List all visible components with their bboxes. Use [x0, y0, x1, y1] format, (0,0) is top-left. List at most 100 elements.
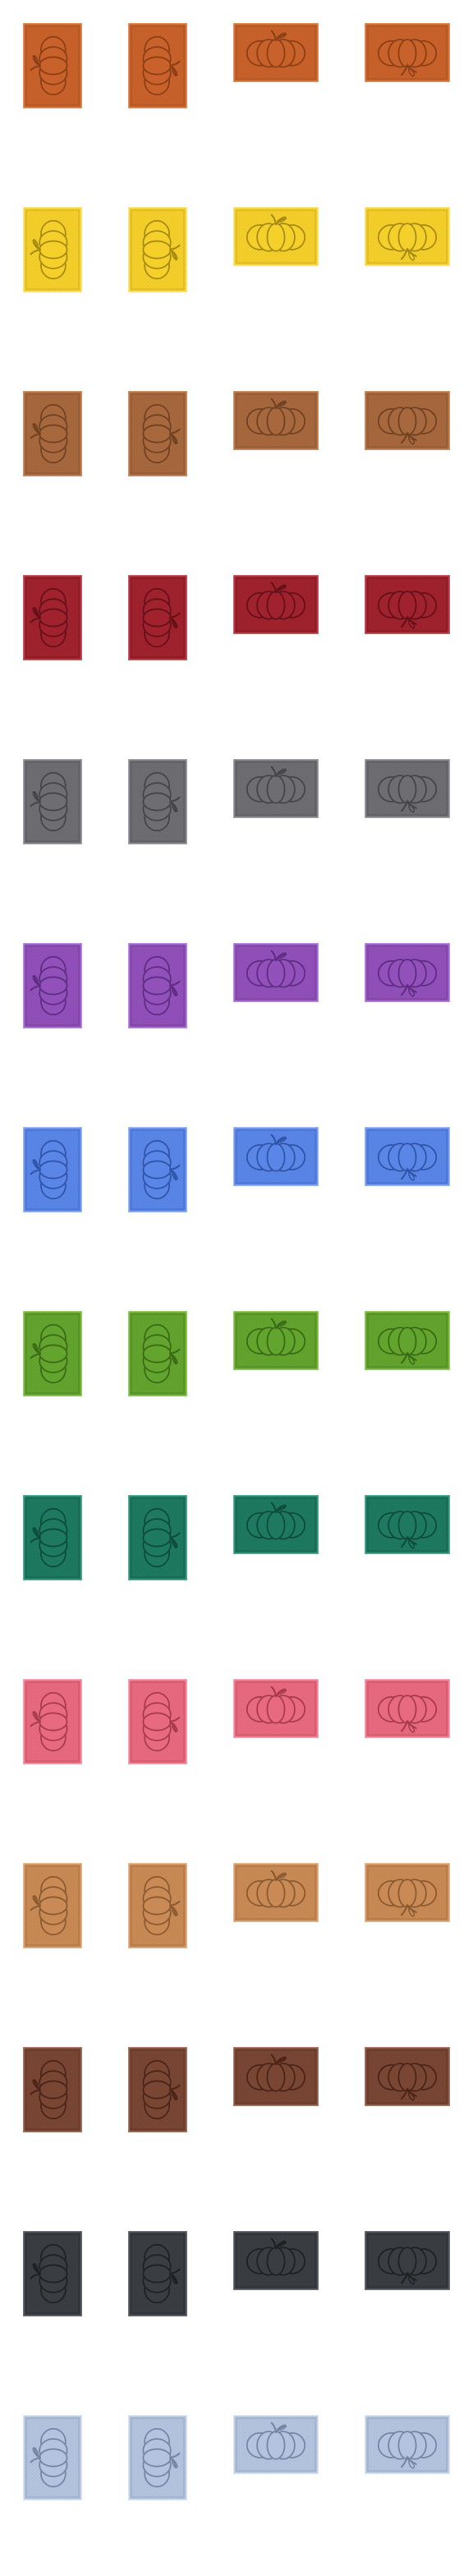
pumpkin-icon — [23, 2231, 82, 2316]
pumpkin-icon — [23, 1127, 82, 1212]
pumpkin-icon — [23, 2415, 82, 2500]
pumpkin-icon — [233, 2231, 319, 2290]
pumpkin-tile-green-vertical-right — [128, 1311, 187, 1396]
pumpkin-tile-pink-vertical-right — [128, 1679, 187, 1764]
pumpkin-tile-gray-vertical-left — [23, 759, 82, 844]
pumpkin-icon — [365, 2415, 450, 2474]
pumpkin-tile-tan-horizontal-up — [233, 1863, 319, 1922]
pumpkin-tile-gray-horizontal-up — [233, 759, 319, 818]
pumpkin-tile-gray-horizontal-down — [365, 759, 450, 818]
pumpkin-tile-light-blue-vertical-left — [23, 2415, 82, 2500]
pumpkin-tile-dark-brown-vertical-left — [23, 2047, 82, 2132]
pumpkin-icon — [128, 2231, 187, 2316]
pumpkin-icon — [233, 943, 319, 1002]
pumpkin-tile-teal-vertical-left — [23, 1495, 82, 1580]
pumpkin-tile-dark-brown-vertical-right — [128, 2047, 187, 2132]
pumpkin-tile-red-horizontal-down — [365, 575, 450, 634]
pumpkin-tile-orange-vertical-right — [128, 23, 187, 108]
pumpkin-tile-teal-vertical-right — [128, 1495, 187, 1580]
pumpkin-icon — [128, 1863, 187, 1948]
pumpkin-icon — [23, 23, 82, 108]
pumpkin-icon — [233, 1495, 319, 1554]
pumpkin-icon — [128, 759, 187, 844]
pumpkin-icon — [233, 2415, 319, 2474]
pumpkin-tile-green-horizontal-down — [365, 1311, 450, 1370]
pumpkin-icon — [128, 391, 187, 476]
pumpkin-tile-charcoal-horizontal-up — [233, 2231, 319, 2290]
pumpkin-icon — [23, 391, 82, 476]
pumpkin-tile-green-vertical-left — [23, 1311, 82, 1396]
pumpkin-tile-orange-horizontal-down — [365, 23, 450, 82]
pumpkin-tile-yellow-horizontal-down — [365, 207, 450, 266]
pumpkin-icon — [128, 23, 187, 108]
pumpkin-icon — [23, 1311, 82, 1396]
pumpkin-tile-purple-horizontal-down — [365, 943, 450, 1002]
pumpkin-tile-orange-horizontal-up — [233, 23, 319, 82]
pumpkin-tile-gray-vertical-right — [128, 759, 187, 844]
pumpkin-icon — [23, 207, 82, 292]
pumpkin-icon — [365, 1127, 450, 1186]
pumpkin-icon — [233, 23, 319, 82]
pumpkin-icon — [128, 1127, 187, 1212]
pumpkin-icon — [365, 575, 450, 634]
pumpkin-icon — [365, 23, 450, 82]
pumpkin-tile-tan-vertical-left — [23, 1863, 82, 1948]
pumpkin-icon — [23, 575, 82, 660]
pumpkin-icon — [128, 1495, 187, 1580]
pumpkin-tile-red-horizontal-up — [233, 575, 319, 634]
pumpkin-icon — [365, 207, 450, 266]
pumpkin-icon — [128, 207, 187, 292]
pumpkin-tile-light-blue-vertical-right — [128, 2415, 187, 2500]
pumpkin-tile-pink-horizontal-down — [365, 1679, 450, 1738]
pumpkin-tile-tan-vertical-right — [128, 1863, 187, 1948]
pumpkin-icon — [128, 575, 187, 660]
pumpkin-tile-yellow-vertical-left — [23, 207, 82, 292]
pumpkin-icon — [365, 1863, 450, 1922]
pumpkin-tile-green-horizontal-up — [233, 1311, 319, 1370]
pumpkin-tile-tan-horizontal-down — [365, 1863, 450, 1922]
pumpkin-tile-brown-vertical-right — [128, 391, 187, 476]
pumpkin-tile-blue-vertical-left — [23, 1127, 82, 1212]
pumpkin-icon — [128, 2415, 187, 2500]
pumpkin-icon — [128, 2047, 187, 2132]
pumpkin-tile-purple-vertical-right — [128, 943, 187, 1028]
pumpkin-icon — [23, 1863, 82, 1948]
pumpkin-tile-teal-horizontal-up — [233, 1495, 319, 1554]
pumpkin-icon — [23, 1679, 82, 1764]
pumpkin-icon — [23, 1495, 82, 1580]
pumpkin-icon — [365, 2047, 450, 2106]
pumpkin-icon — [365, 2231, 450, 2290]
pumpkin-tile-dark-brown-horizontal-up — [233, 2047, 319, 2106]
pumpkin-icon — [365, 759, 450, 818]
pumpkin-tile-purple-vertical-left — [23, 943, 82, 1028]
pumpkin-icon — [128, 1311, 187, 1396]
pumpkin-tile-pink-vertical-left — [23, 1679, 82, 1764]
pumpkin-tile-yellow-horizontal-up — [233, 207, 319, 266]
pumpkin-tile-yellow-vertical-right — [128, 207, 187, 292]
pumpkin-tile-teal-horizontal-down — [365, 1495, 450, 1554]
pumpkin-icon — [233, 2047, 319, 2106]
pumpkin-tile-charcoal-vertical-left — [23, 2231, 82, 2316]
pumpkin-tile-brown-vertical-left — [23, 391, 82, 476]
pumpkin-tile-brown-horizontal-up — [233, 391, 319, 450]
pumpkin-icon — [233, 1679, 319, 1738]
pumpkin-icon — [128, 943, 187, 1028]
pumpkin-tile-blue-horizontal-down — [365, 1127, 450, 1186]
pumpkin-tile-orange-vertical-left — [23, 23, 82, 108]
pumpkin-tile-charcoal-horizontal-down — [365, 2231, 450, 2290]
sprite-sheet — [0, 0, 473, 2576]
pumpkin-icon — [365, 943, 450, 1002]
pumpkin-icon — [233, 1863, 319, 1922]
pumpkin-tile-brown-horizontal-down — [365, 391, 450, 450]
pumpkin-icon — [128, 1679, 187, 1764]
pumpkin-tile-dark-brown-horizontal-down — [365, 2047, 450, 2106]
pumpkin-icon — [233, 1127, 319, 1186]
pumpkin-tile-light-blue-horizontal-up — [233, 2415, 319, 2474]
pumpkin-icon — [23, 759, 82, 844]
pumpkin-icon — [233, 207, 319, 266]
pumpkin-icon — [233, 391, 319, 450]
pumpkin-tile-blue-vertical-right — [128, 1127, 187, 1212]
pumpkin-tile-purple-horizontal-up — [233, 943, 319, 1002]
pumpkin-icon — [23, 943, 82, 1028]
pumpkin-icon — [365, 391, 450, 450]
